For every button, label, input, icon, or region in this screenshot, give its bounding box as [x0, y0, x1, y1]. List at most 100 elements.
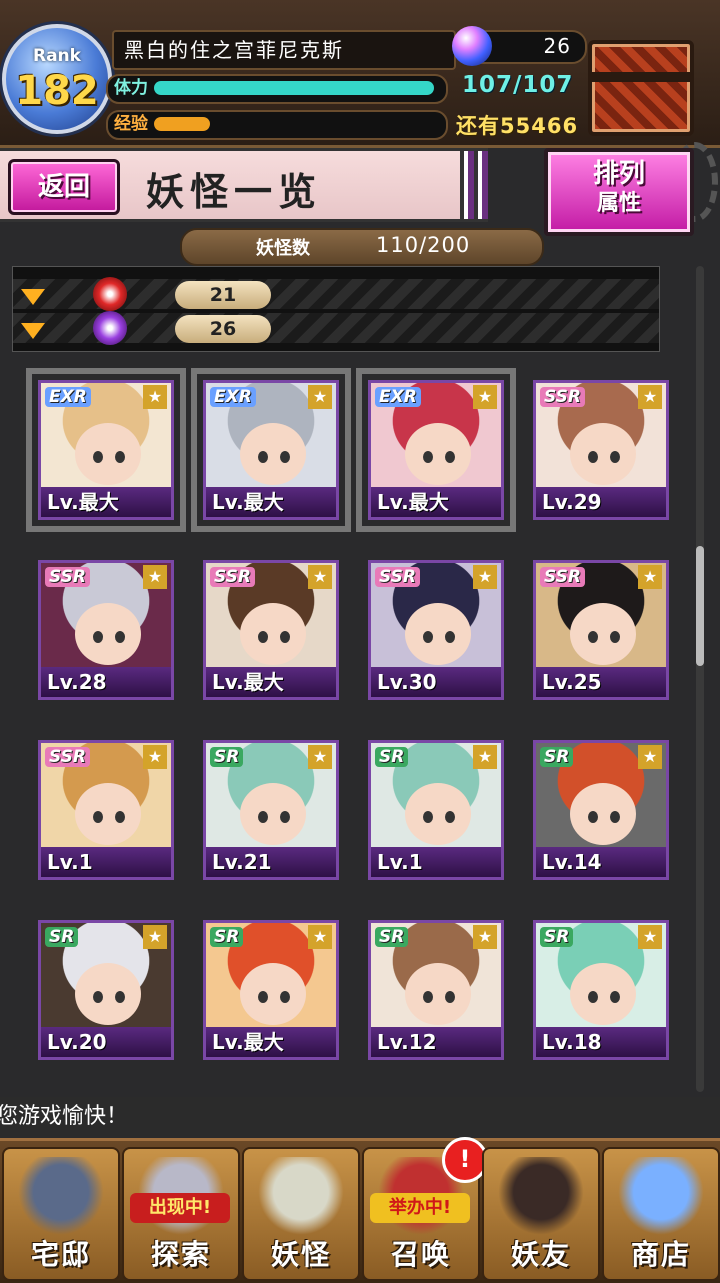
favorite-star-icon: ★	[473, 565, 497, 589]
eye	[280, 631, 290, 643]
rarity-badge: SSR	[540, 387, 585, 407]
monster-card[interactable]: SSR ★ Lv.1	[38, 740, 174, 880]
eye	[115, 991, 125, 1003]
monster-card[interactable]: EXR ★ Lv.最大	[191, 368, 351, 532]
monster-card[interactable]: EXR ★ Lv.最大	[26, 368, 186, 532]
rarity-badge: EXR	[45, 387, 91, 407]
player-name[interactable]: 黑白的住之宫菲尼克斯	[112, 30, 456, 70]
attribute-filters: 21 26	[12, 266, 660, 352]
nav-label: 妖怪	[270, 1238, 331, 1271]
favorite-star-icon: ★	[308, 745, 332, 769]
monster-count-label: 妖怪数	[256, 238, 310, 259]
monster-card[interactable]: SSR ★ Lv.25	[533, 560, 669, 700]
triangle-down-icon[interactable]	[21, 323, 45, 339]
monster-card[interactable]: SSR ★ Lv.30	[368, 560, 504, 700]
monster-level: Lv.最大	[41, 487, 171, 517]
rarity-badge: SR	[45, 927, 79, 947]
eye	[93, 811, 103, 823]
eye	[115, 631, 125, 643]
eye	[588, 811, 598, 823]
dark-attribute-icon	[93, 311, 127, 345]
nav-item[interactable]: 商店	[602, 1147, 720, 1281]
nav-label: 召唤	[390, 1238, 451, 1271]
sort-button[interactable]: 排列 属性	[544, 148, 694, 236]
monster-card[interactable]: SR ★ Lv.12	[368, 920, 504, 1060]
filter-row-fire[interactable]: 21	[13, 277, 659, 311]
treasure-chest-icon[interactable]	[588, 40, 694, 136]
exp-remaining: 还有55466	[456, 114, 579, 138]
monster-face	[240, 783, 306, 845]
monster-card[interactable]: SR ★ Lv.20	[38, 920, 174, 1060]
rarity-badge: EXR	[375, 387, 421, 407]
nav-item[interactable]: 宅邸	[2, 1147, 120, 1281]
nav-item[interactable]: 妖怪	[242, 1147, 360, 1281]
monster-face	[405, 963, 471, 1025]
favorite-star-icon: ★	[638, 925, 662, 949]
eye	[610, 451, 620, 463]
monster-level: Lv.1	[41, 847, 171, 877]
monster-card[interactable]: SSR ★ Lv.最大	[203, 560, 339, 700]
rarity-badge: EXR	[210, 387, 256, 407]
filter-row-dark[interactable]: 26	[13, 311, 659, 345]
favorite-star-icon: ★	[473, 925, 497, 949]
nav-banner: 出现中!	[130, 1193, 230, 1223]
monster-level: Lv.28	[41, 667, 171, 697]
eye	[445, 811, 455, 823]
stamina-bar: 体力	[106, 74, 448, 104]
nav-item[interactable]: 妖友	[482, 1147, 600, 1281]
monster-face	[240, 423, 306, 485]
eye	[423, 991, 433, 1003]
eye	[280, 451, 290, 463]
monster-card[interactable]: SR ★ Lv.18	[533, 920, 669, 1060]
monster-level: Lv.30	[371, 667, 501, 697]
monster-card[interactable]: SR ★ Lv.21	[203, 740, 339, 880]
favorite-star-icon: ★	[143, 385, 167, 409]
scrollbar[interactable]	[696, 266, 704, 1092]
favorite-star-icon: ★	[638, 745, 662, 769]
monster-face	[405, 603, 471, 665]
rarity-badge: SR	[210, 927, 244, 947]
eye	[610, 631, 620, 643]
monster-level: Lv.1	[371, 847, 501, 877]
rank-badge[interactable]: Rank 182	[2, 24, 112, 134]
eye	[445, 631, 455, 643]
monster-level: Lv.最大	[206, 667, 336, 697]
gem-counter[interactable]: 26	[452, 26, 587, 66]
monster-card[interactable]: SSR ★ Lv.29	[533, 380, 669, 520]
monster-face	[75, 963, 141, 1025]
triangle-down-icon[interactable]	[21, 289, 45, 305]
rarity-badge: SSR	[375, 567, 420, 587]
back-button[interactable]: 返回	[8, 159, 120, 215]
monster-card[interactable]: SR ★ Lv.14	[533, 740, 669, 880]
gem-icon	[452, 26, 492, 66]
rarity-badge: SSR	[45, 567, 90, 587]
nav-icon	[618, 1157, 704, 1235]
monster-card[interactable]: SSR ★ Lv.28	[38, 560, 174, 700]
nav-item[interactable]: 出现中! 探索	[122, 1147, 240, 1281]
monster-face	[405, 423, 471, 485]
favorite-star-icon: ★	[638, 385, 662, 409]
monster-level: Lv.25	[536, 667, 666, 697]
monster-card[interactable]: EXR ★ Lv.最大	[356, 368, 516, 532]
status-header: Rank 182 黑白的住之宫菲尼克斯 26 体力 107/107 经验 还有5…	[0, 0, 720, 148]
favorite-star-icon: ★	[308, 925, 332, 949]
nav-item[interactable]: 举办中!! 召唤	[362, 1137, 488, 1281]
rarity-badge: SSR	[540, 567, 585, 587]
exp-bar: 经验	[106, 110, 448, 140]
title-bar: 返回 妖怪一览	[0, 148, 488, 222]
eye	[588, 451, 598, 463]
bottom-nav: 宅邸 出现中! 探索 妖怪 举办中!! 召唤 妖友 商店	[0, 1137, 720, 1283]
monster-card[interactable]: SR ★ Lv.1	[368, 740, 504, 880]
monster-card[interactable]: SR ★ Lv.最大	[203, 920, 339, 1060]
monster-face	[75, 783, 141, 845]
eye	[445, 991, 455, 1003]
eye	[423, 631, 433, 643]
rarity-badge: SR	[540, 747, 574, 767]
monster-level: Lv.18	[536, 1027, 666, 1057]
sort-mode: 属性	[596, 191, 641, 216]
nav-label: 商店	[630, 1238, 691, 1271]
favorite-star-icon: ★	[473, 745, 497, 769]
monster-face	[75, 603, 141, 665]
scrollbar-thumb[interactable]	[696, 546, 704, 666]
eye	[93, 991, 103, 1003]
